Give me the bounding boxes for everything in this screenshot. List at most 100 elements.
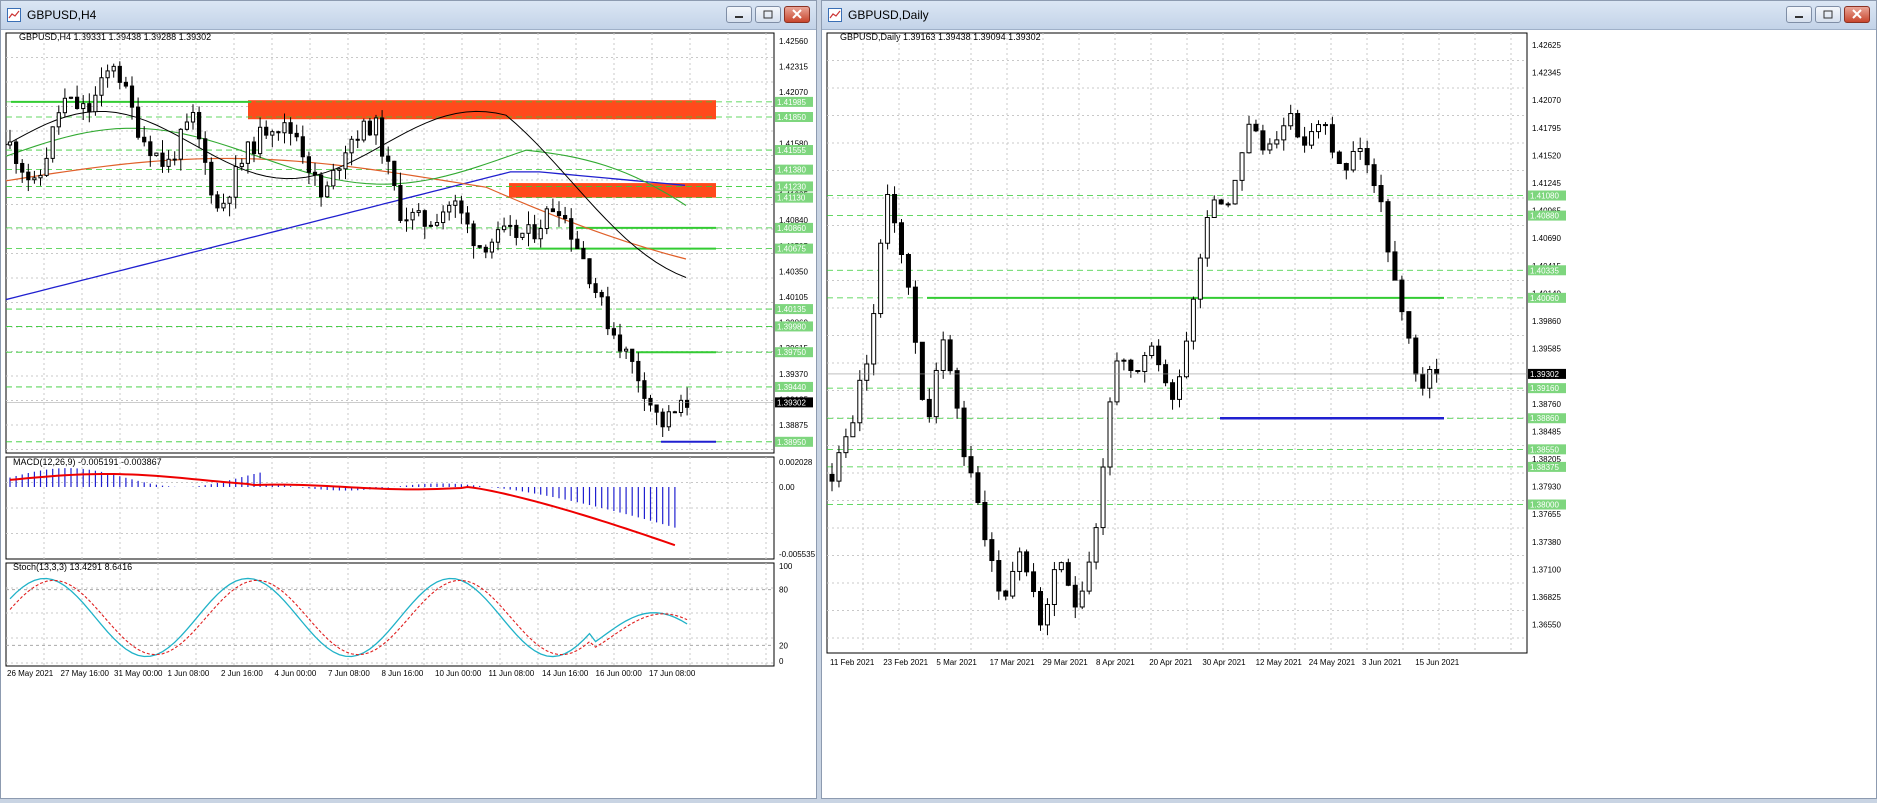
candle	[885, 194, 891, 244]
candle	[556, 211, 562, 217]
restore-icon	[1823, 10, 1833, 19]
candle	[99, 77, 104, 96]
candle	[843, 436, 849, 454]
candle	[654, 404, 659, 413]
current-price-label: 1.39302	[1530, 370, 1559, 379]
candle	[905, 254, 911, 288]
supply-zone	[248, 100, 716, 120]
candle	[251, 141, 257, 155]
candle	[685, 399, 690, 408]
level-label: 1.39980	[777, 322, 806, 331]
candle	[648, 397, 653, 406]
candle	[44, 157, 49, 176]
close-button[interactable]	[784, 6, 810, 23]
level-label: 1.41850	[777, 113, 806, 122]
daily-title-bar[interactable]: GBPUSD,Daily	[822, 1, 1876, 30]
price-tick-label: 1.42560	[779, 37, 808, 46]
minimize-button[interactable]	[726, 6, 752, 23]
candle	[617, 334, 623, 352]
candle	[1211, 199, 1217, 218]
h4-title-bar[interactable]: GBPUSD,H4	[1, 1, 816, 30]
time-axis-label: 1 Jun 08:00	[168, 669, 210, 678]
candle	[447, 204, 452, 213]
candle	[392, 160, 397, 187]
restore-button[interactable]	[1815, 6, 1841, 23]
candle	[864, 363, 870, 381]
candle	[892, 194, 898, 224]
level-label: 1.41555	[777, 146, 806, 155]
daily-chart-canvas[interactable]: GBPUSD,Daily 1.39163 1.39438 1.39094 1.3…	[822, 30, 1876, 798]
minimize-button[interactable]	[1786, 6, 1812, 23]
candle	[373, 117, 379, 136]
candle	[349, 138, 354, 154]
candle	[428, 224, 433, 227]
candle	[1017, 551, 1023, 572]
candle	[926, 398, 932, 418]
candle	[282, 122, 287, 134]
price-tick-label: 1.37930	[1532, 483, 1561, 492]
level-label: 1.39440	[777, 383, 806, 392]
candle	[129, 85, 135, 108]
candle	[221, 202, 226, 209]
macd-signal-line	[9, 473, 676, 547]
candle	[587, 258, 592, 285]
candle	[1281, 125, 1287, 141]
candle	[32, 177, 37, 181]
candle	[605, 296, 610, 330]
level-label: 1.40335	[1530, 266, 1559, 275]
macd-tick-label: 0.00	[779, 483, 795, 492]
candle	[1114, 360, 1120, 403]
h4-chart-window: GBPUSD,H4 GBPUSD,H4 1.39331 1.39438 1.39…	[0, 0, 817, 799]
h4-chart-canvas[interactable]: GBPUSD,H4 1.39331 1.39438 1.39288 1.3930…	[1, 30, 816, 798]
price-tick-label: 1.41520	[1532, 151, 1561, 160]
close-button[interactable]	[1844, 6, 1870, 23]
candle	[514, 224, 519, 238]
daily-chart-area[interactable]: GBPUSD,Daily 1.39163 1.39438 1.39094 1.3…	[822, 30, 1876, 798]
candle	[312, 171, 318, 176]
candle	[184, 121, 190, 130]
candle	[26, 171, 31, 181]
level-label: 1.41230	[777, 182, 806, 191]
price-tick-label: 1.42625	[1532, 41, 1561, 50]
candle	[117, 65, 122, 83]
candle	[477, 245, 482, 248]
candle	[239, 162, 244, 168]
candle	[624, 348, 629, 352]
time-axis-label: 27 May 16:00	[61, 669, 110, 678]
stoch-tick-label: 100	[779, 562, 793, 571]
candle	[123, 81, 129, 87]
candle	[300, 136, 305, 158]
candle	[1420, 373, 1426, 389]
candle	[1183, 340, 1189, 378]
pane-frame	[826, 32, 1528, 654]
candle	[38, 174, 43, 179]
candle	[1086, 561, 1092, 592]
candle	[1051, 569, 1057, 606]
h4-chart-area[interactable]: GBPUSD,H4 1.39331 1.39438 1.39288 1.3930…	[1, 30, 816, 798]
candle	[1295, 113, 1301, 138]
candle	[422, 210, 427, 227]
candle	[50, 126, 55, 159]
candle	[1100, 466, 1106, 529]
candle	[319, 174, 324, 198]
candle	[1427, 369, 1433, 389]
candle	[947, 339, 953, 372]
candle	[666, 411, 671, 428]
candle	[105, 70, 110, 79]
price-tick-label: 1.39585	[1532, 345, 1561, 354]
candle	[331, 169, 336, 187]
price-tick-label: 1.40350	[779, 267, 808, 276]
candle	[660, 411, 665, 428]
restore-button[interactable]	[755, 6, 781, 23]
candle	[954, 370, 960, 409]
candle	[532, 224, 537, 240]
macd-tick-label: 0.002028	[779, 458, 813, 467]
candle	[172, 158, 177, 161]
candle	[380, 117, 385, 157]
candle	[142, 136, 147, 143]
candle	[245, 141, 251, 164]
level-label: 1.41130	[777, 194, 806, 203]
level-label: 1.40860	[777, 224, 806, 233]
candle	[355, 138, 360, 141]
candle	[899, 222, 904, 256]
